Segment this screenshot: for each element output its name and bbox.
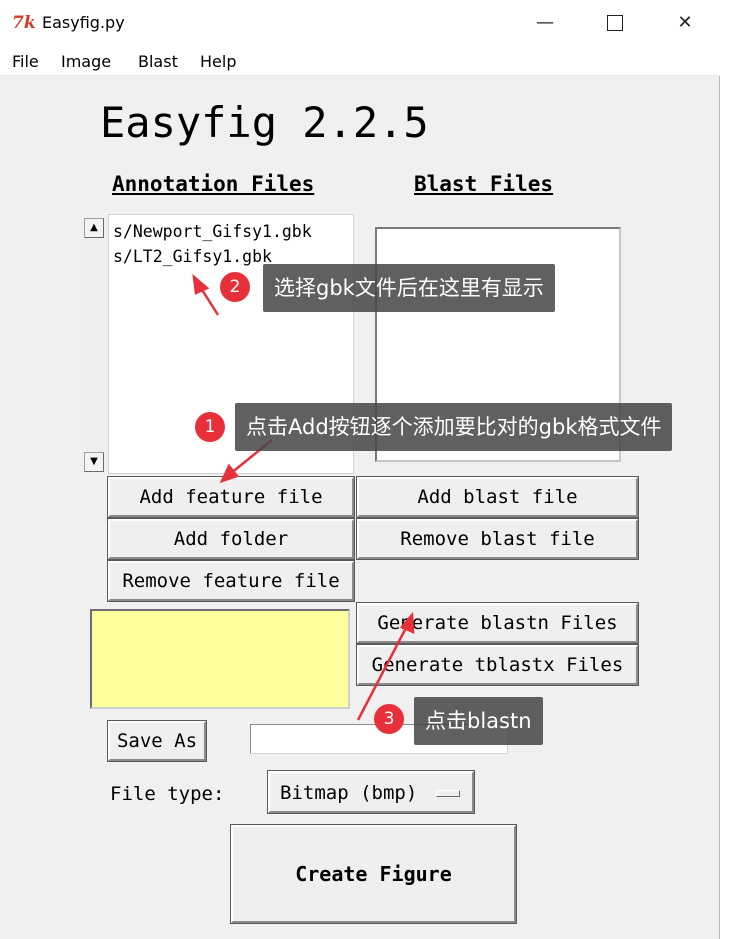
menu-bar: File Image Blast Help bbox=[0, 46, 720, 76]
tk-feather-icon: 7k bbox=[12, 13, 36, 33]
title-bar[interactable]: 7k Easyfig.py — ✕ bbox=[0, 0, 720, 46]
list-item[interactable]: s/Newport_Gifsy1.gbk bbox=[113, 221, 312, 243]
close-button[interactable]: ✕ bbox=[650, 0, 720, 46]
app-title: Easyfig 2.2.5 bbox=[100, 98, 429, 147]
add-blast-file-button[interactable]: Add blast file bbox=[356, 476, 639, 518]
file-type-select[interactable]: Bitmap (bmp) bbox=[267, 770, 475, 814]
file-type-value: Bitmap (bmp) bbox=[280, 782, 418, 804]
add-folder-button[interactable]: Add folder bbox=[107, 518, 355, 560]
remove-blast-file-button[interactable]: Remove blast file bbox=[356, 518, 639, 560]
annotation-list-scrollbar[interactable]: ▲ ▼ bbox=[82, 214, 106, 474]
scroll-down-icon[interactable]: ▼ bbox=[84, 452, 104, 472]
menu-file[interactable]: File bbox=[12, 50, 39, 74]
color-swatch[interactable] bbox=[90, 609, 350, 709]
window-title: Easyfig.py bbox=[42, 13, 125, 32]
step-badge-2: 2 bbox=[220, 272, 250, 302]
app-window: 7k Easyfig.py — ✕ File Image Blast Help … bbox=[0, 0, 720, 939]
generate-blastn-files-button[interactable]: Generate blastn Files bbox=[356, 602, 639, 644]
save-as-button[interactable]: Save As bbox=[107, 720, 207, 762]
add-feature-file-button[interactable]: Add feature file bbox=[107, 476, 355, 518]
annotation-files-header: Annotation Files bbox=[112, 172, 315, 196]
menu-image[interactable]: Image bbox=[61, 50, 111, 74]
callout-2: 选择gbk文件后在这里有显示 bbox=[263, 264, 555, 312]
callout-1: 点击Add按钮逐个添加要比对的gbk格式文件 bbox=[235, 403, 673, 451]
remove-feature-file-button[interactable]: Remove feature file bbox=[107, 560, 355, 602]
maximize-button[interactable] bbox=[580, 0, 650, 46]
option-menu-indicator-icon bbox=[436, 790, 460, 797]
callout-3: 点击blastn bbox=[414, 697, 543, 745]
menu-help[interactable]: Help bbox=[200, 50, 236, 74]
maximize-icon bbox=[607, 15, 623, 31]
step-badge-3: 3 bbox=[374, 704, 404, 734]
generate-tblastx-files-button[interactable]: Generate tblastx Files bbox=[356, 644, 639, 686]
step-badge-1: 1 bbox=[195, 412, 225, 442]
create-figure-button[interactable]: Create Figure bbox=[230, 824, 517, 924]
blast-files-header: Blast Files bbox=[414, 172, 554, 196]
menu-blast[interactable]: Blast bbox=[138, 50, 178, 74]
file-type-label: File type: bbox=[110, 783, 225, 805]
minimize-button[interactable]: — bbox=[510, 0, 580, 46]
scroll-up-icon[interactable]: ▲ bbox=[84, 218, 104, 238]
list-item[interactable]: s/LT2_Gifsy1.gbk bbox=[113, 246, 272, 268]
